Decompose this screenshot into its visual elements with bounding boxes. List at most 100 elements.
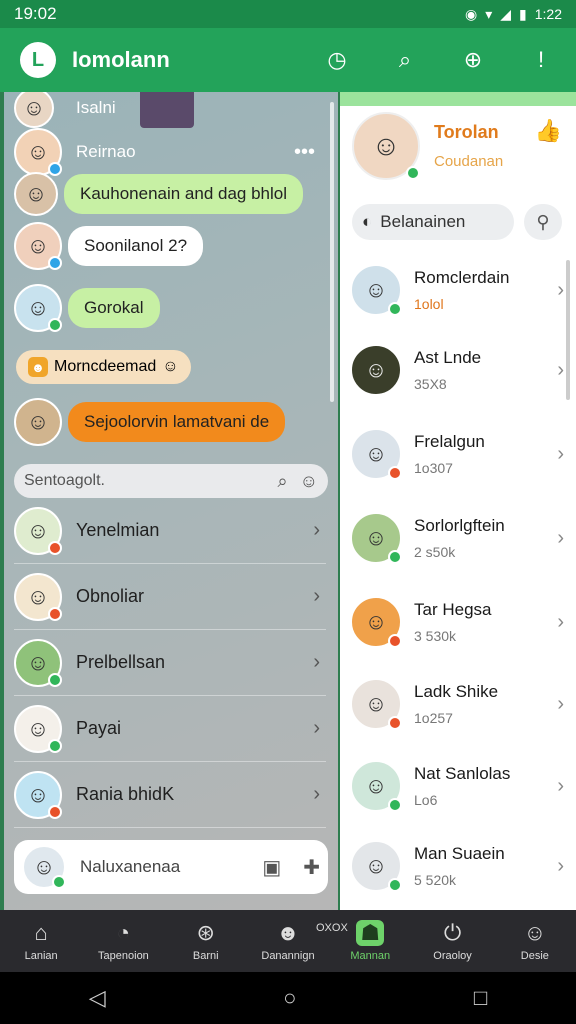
contact-row[interactable]: ☺ Sorlorlgftein 2 s50k › xyxy=(350,498,564,578)
user-icon: ☺ xyxy=(523,920,547,945)
emoji-icon[interactable]: ☺ xyxy=(300,471,318,492)
app-logo[interactable]: L xyxy=(20,42,56,78)
home-circle-icon[interactable]: ○ xyxy=(283,985,296,1011)
wifi-icon: ▾ xyxy=(485,5,493,22)
list-item[interactable]: ☺ Obnoliar › xyxy=(14,564,326,630)
contact-sub: 35X8 xyxy=(414,376,447,392)
search-alert-icon[interactable]: ⊕ xyxy=(458,45,488,75)
chat-message[interactable]: ☺ Gorokal xyxy=(14,284,160,332)
app-title: Iomolann xyxy=(72,47,170,72)
list-item[interactable]: ☺ Yenelmian › xyxy=(14,498,326,564)
profile-card[interactable]: ☺ Torolan Coudanan xyxy=(352,112,503,180)
search-bar[interactable]: Sentoagolt. ⌕ ☺ xyxy=(14,464,328,498)
avatar: ☺ xyxy=(14,506,62,555)
status-right-time: 1:22 xyxy=(534,6,562,22)
nav-label: Tapenoion xyxy=(98,950,149,962)
contacts-search-input[interactable]: Belanainen xyxy=(380,212,465,232)
chat-message[interactable]: ☺ Sejoolorvin lamatvani de xyxy=(14,398,286,446)
sticker-icon[interactable]: ✚ xyxy=(303,855,320,880)
contacts-scrollbar[interactable] xyxy=(566,260,570,400)
bottom-nav: ⌂ Lanian ◔ Tapenoion ⊛ Barni ☻ Danannign ☗ Ma… xyxy=(0,910,576,972)
contact-name: Man Suaein xyxy=(414,844,505,863)
nav-item-profile[interactable]: ☻ Danannign xyxy=(247,910,329,972)
pill-label: Morncdeemad xyxy=(54,358,157,375)
nav-label: Lanian xyxy=(24,950,58,962)
more-icon[interactable]: ! xyxy=(526,45,556,75)
chevron-right-icon: › xyxy=(557,442,564,465)
nav-label: Barni xyxy=(192,950,219,962)
chevron-right-icon: › xyxy=(313,585,320,607)
message-input[interactable]: Naluxanenaa xyxy=(80,857,180,877)
avatar: ☺ xyxy=(350,678,402,730)
list-item[interactable]: ☺ Prelbellsan › xyxy=(14,630,326,696)
avatar: ☺ xyxy=(350,596,402,648)
nav-label: Oraoloy xyxy=(433,950,472,962)
contact-row[interactable]: ☺ Romclerdain 1olol › xyxy=(350,250,564,330)
check-circle-icon[interactable]: ◷ xyxy=(322,45,352,75)
search-icon[interactable]: ⌕ xyxy=(390,45,420,75)
chat-header-name: Reirnao xyxy=(76,142,136,161)
status-pill[interactable]: ☻ Morncdeemad ☺ xyxy=(16,350,191,384)
location-icon: ◉ xyxy=(465,5,478,22)
more-icon[interactable]: ••• xyxy=(294,141,315,164)
power-icon: ⏻ xyxy=(443,920,462,945)
camera-icon[interactable]: ▣ xyxy=(262,855,281,880)
avatar: ☺ xyxy=(350,428,402,480)
android-icon: ☗ xyxy=(356,920,385,946)
chat-scrollbar[interactable] xyxy=(330,102,334,402)
contact-sub: 3 530k xyxy=(414,628,457,644)
contact-row[interactable]: ☺ Man Suaein 5 520k › xyxy=(350,826,564,906)
status-bar: 19:02 ◉ ▾ ◢ ▮ 1:22 xyxy=(0,0,576,28)
contact-row[interactable]: ☺ Ast Lnde 35X8 › xyxy=(350,330,564,410)
status-time: 19:02 xyxy=(14,4,57,23)
avatar: ☺ xyxy=(350,264,402,316)
chevron-right-icon: › xyxy=(313,519,320,541)
nav-item-user[interactable]: ☺ Desie xyxy=(494,910,576,972)
contacts-search[interactable]: ◐ Belanainen xyxy=(352,204,514,240)
clock-icon: ◔ xyxy=(116,920,131,945)
chevron-right-icon: › xyxy=(313,783,320,805)
chat-header-row[interactable]: ☺ Reirnao ••• xyxy=(14,128,315,176)
nav-item-games[interactable]: ⊛ Barni xyxy=(165,910,247,972)
recent-square-icon[interactable]: □ xyxy=(474,985,487,1011)
nav-item-home[interactable]: ⌂ Lanian xyxy=(0,910,82,972)
status-icons: ◉ ▾ ◢ ▮ 1:22 xyxy=(465,6,562,23)
contact-row[interactable]: ☺ Ladk Shike 1o257 › xyxy=(350,664,564,744)
thumbs-up-icon[interactable]: 👍 xyxy=(535,118,562,144)
nav-label: Desie xyxy=(520,950,549,962)
message-bubble: Gorokal xyxy=(68,288,160,328)
avatar: ☺ xyxy=(350,840,402,892)
nav-label: Mannan xyxy=(350,950,391,962)
contact-row[interactable]: ☺ Nat Sanlolas Lo6 › xyxy=(350,746,564,826)
list-item[interactable]: ☺ Rania bhidK › xyxy=(14,762,326,828)
chat-message[interactable]: ☺ Kauhonenain and dag bhlol xyxy=(14,172,304,216)
avatar: ☺ xyxy=(14,128,62,176)
nav-item-clock[interactable]: ◔ Tapenoion xyxy=(82,910,164,972)
contact-name: Tar Hegsa xyxy=(414,600,492,619)
contact-name: Sorlorlgftein xyxy=(414,516,505,535)
search-people-icon[interactable]: ⚲ xyxy=(524,204,562,240)
chat-message[interactable]: ☺ Soonilanol 2? xyxy=(14,222,204,270)
message-input-bar[interactable]: ☺ Naluxanenaa ▣ ✚ xyxy=(14,840,328,894)
avatar: ☺ xyxy=(14,638,62,687)
list-item-name: Rania bhidK xyxy=(76,784,175,804)
chat-row-top[interactable]: ☺ Isalni xyxy=(14,92,194,128)
avatar: ☺ xyxy=(14,284,62,332)
contact-row[interactable]: ☺ Frelalgun 1o307 › xyxy=(350,414,564,494)
list-item[interactable]: ☺ Payai › xyxy=(14,696,326,762)
gamepad-icon: ⊛ xyxy=(196,920,215,945)
avatar: ☺ xyxy=(14,704,62,753)
avatar: ☺ xyxy=(14,222,62,270)
contact-row[interactable]: ☺ Tar Hegsa 3 530k › xyxy=(350,582,564,662)
back-icon[interactable]: ◁ xyxy=(89,985,106,1011)
app-bar: L Iomolann ◷ ⌕ ⊕ ! xyxy=(0,28,576,92)
chevron-right-icon: › xyxy=(557,526,564,549)
media-thumbnail[interactable] xyxy=(139,92,194,128)
search-input[interactable]: Sentoagolt. xyxy=(24,472,105,490)
nav-item-power[interactable]: ⏻ Oraoloy xyxy=(411,910,493,972)
chevron-right-icon: › xyxy=(557,692,564,715)
profile-icon: ☻ xyxy=(28,357,48,377)
contact-sub: 1o257 xyxy=(414,710,453,726)
search-icon[interactable]: ⌕ xyxy=(278,471,288,492)
nav-item-active[interactable]: ☗ Mannan xyxy=(329,910,411,972)
